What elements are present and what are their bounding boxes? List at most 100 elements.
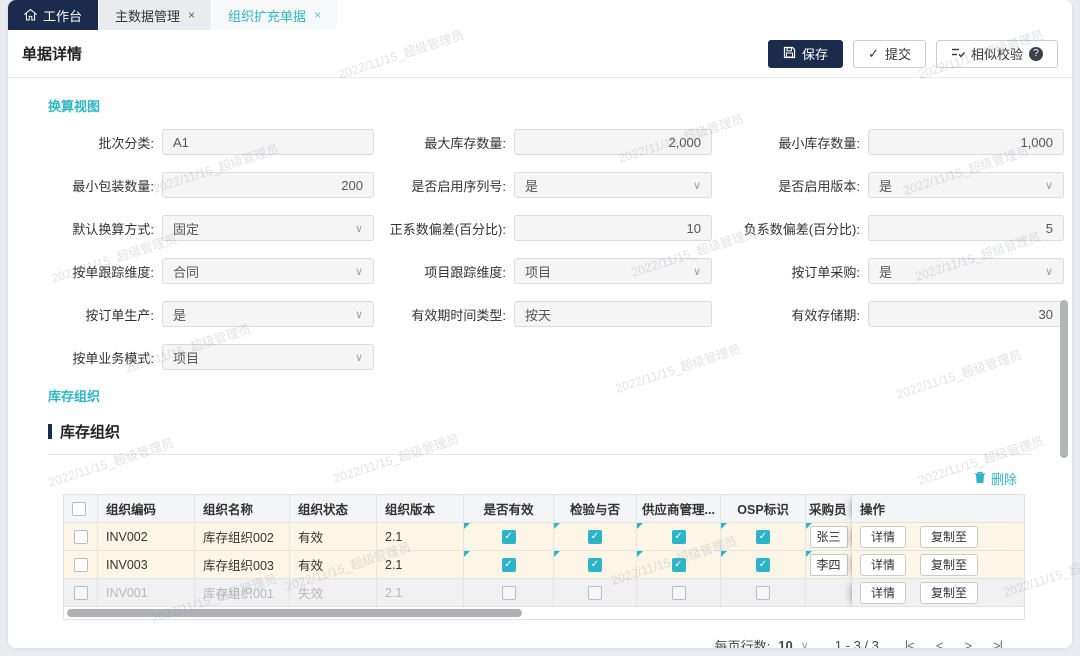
tab-label: 主数据管理: [115, 6, 180, 25]
cell-version: 2.1: [377, 551, 464, 579]
valid-checkbox[interactable]: [502, 558, 516, 572]
chevron-down-icon[interactable]: [801, 639, 809, 648]
col-header-version: 组织版本: [377, 495, 464, 523]
cell-name: 库存组织002: [195, 523, 290, 551]
rows-per-page-value[interactable]: 10: [778, 638, 792, 648]
inspect-checkbox[interactable]: [588, 586, 602, 600]
vendor-managed-checkbox[interactable]: [672, 558, 686, 572]
vertical-scrollbar[interactable]: [1060, 86, 1068, 642]
buyer-input[interactable]: 李四: [810, 554, 848, 576]
col-header-buyer: 采购员: [806, 495, 852, 523]
cell-version: 2.1: [377, 523, 464, 551]
pagination: 每页行数: 10 1 - 3 / 3: [8, 636, 1002, 648]
enable-version-select[interactable]: 是: [868, 172, 1064, 198]
cell-status: 有效: [290, 551, 377, 579]
valid-checkbox[interactable]: [502, 530, 516, 544]
last-page-icon[interactable]: [993, 638, 1002, 648]
cell-osp: [721, 579, 806, 607]
tab-workbench[interactable]: 工作台: [8, 0, 99, 30]
close-icon[interactable]: [188, 8, 195, 22]
close-icon[interactable]: [314, 8, 321, 22]
submit-button[interactable]: 提交: [853, 40, 926, 68]
col-header-valid: 是否有效: [464, 495, 554, 523]
cell-valid: [464, 579, 554, 607]
cell-version: 2.1: [377, 579, 464, 607]
field-label: 是否启用版本:: [720, 176, 860, 195]
osp-checkbox[interactable]: [756, 530, 770, 544]
default-conversion-select[interactable]: 固定: [162, 215, 374, 241]
cell-inspect: [554, 523, 637, 551]
inventory-org-table: 组织编码 组织名称 组织状态 组织版本 是否有效 检验与否 供应商管理... O…: [63, 494, 1025, 620]
field-label: 最小库存数量:: [720, 133, 860, 152]
valid-checkbox[interactable]: [502, 586, 516, 600]
min-package-qty-field[interactable]: 200: [162, 172, 374, 198]
field-label: 有效期时间类型:: [382, 305, 506, 324]
project-tracking-dim-select[interactable]: 项目: [514, 258, 712, 284]
cell-buyer: 张三: [806, 523, 852, 551]
positive-deviation-field[interactable]: 10: [514, 215, 712, 241]
prev-page-icon[interactable]: [936, 638, 943, 648]
negative-deviation-field[interactable]: 5: [868, 215, 1064, 241]
first-page-icon[interactable]: [905, 638, 914, 648]
field-value: 固定: [173, 219, 199, 238]
vendor-managed-checkbox[interactable]: [672, 530, 686, 544]
cell-vendor-managed: [637, 523, 721, 551]
cell-status: 有效: [290, 523, 377, 551]
help-icon[interactable]: ?: [1029, 47, 1043, 61]
enable-serial-select[interactable]: 是: [514, 172, 712, 198]
copy-to-button[interactable]: 复制至: [920, 526, 978, 548]
field-label: 批次分类:: [46, 133, 154, 152]
max-stock-qty-field[interactable]: 2,000: [514, 129, 712, 155]
cell-buyer: 李四: [806, 551, 852, 579]
cell-code: INV001: [98, 579, 195, 607]
field-value: 项目: [525, 262, 551, 281]
chevron-down-icon: [355, 308, 363, 321]
row-checkbox[interactable]: [74, 586, 88, 600]
horizontal-scrollbar-thumb[interactable]: [67, 609, 522, 617]
section-title-inventory-org: 库存组织: [48, 386, 1072, 405]
produce-by-order-select[interactable]: 是: [162, 301, 374, 327]
min-stock-qty-field[interactable]: 1,000: [868, 129, 1064, 155]
detail-button[interactable]: 详情: [860, 582, 906, 604]
detail-button[interactable]: 详情: [860, 554, 906, 576]
osp-checkbox[interactable]: [756, 586, 770, 600]
purchase-by-order-select[interactable]: 是: [868, 258, 1064, 284]
osp-checkbox[interactable]: [756, 558, 770, 572]
delete-button[interactable]: 删除: [974, 469, 1017, 488]
select-all-checkbox[interactable]: [72, 502, 86, 516]
tab-master-data[interactable]: 主数据管理: [99, 0, 212, 30]
vertical-scrollbar-thumb[interactable]: [1060, 300, 1068, 458]
col-header-name: 组织名称: [195, 495, 290, 523]
field-value: 项目: [173, 348, 199, 367]
cell-code: INV002: [98, 523, 195, 551]
tab-org-expansion-doc[interactable]: 组织扩充单据: [212, 0, 338, 30]
trash-icon: [974, 471, 986, 487]
next-page-icon[interactable]: [964, 638, 971, 648]
order-business-mode-select[interactable]: 项目: [162, 344, 374, 370]
similar-check-button[interactable]: 相似校验 ?: [936, 40, 1058, 68]
save-button[interactable]: 保存: [768, 40, 843, 68]
validity-time-type-field[interactable]: 按天: [514, 301, 712, 327]
chevron-down-icon: [355, 351, 363, 364]
field-label: 按订单采购:: [720, 262, 860, 281]
inspect-checkbox[interactable]: [588, 530, 602, 544]
row-checkbox[interactable]: [74, 558, 88, 572]
order-tracking-dim-select[interactable]: 合同: [162, 258, 374, 284]
horizontal-scrollbar[interactable]: [64, 607, 1024, 619]
validity-storage-period-field[interactable]: 30: [868, 301, 1064, 327]
conversion-form: 批次分类: A1 最大库存数量: 2,000 最小库存数量: 1,000 最小包…: [46, 129, 1072, 370]
batch-class-field[interactable]: A1: [162, 129, 374, 155]
buyer-input[interactable]: 张三: [810, 526, 848, 548]
field-value: 5: [1046, 221, 1053, 236]
field-value: 是: [879, 176, 892, 195]
row-checkbox[interactable]: [74, 530, 88, 544]
detail-button[interactable]: 详情: [860, 526, 906, 548]
copy-to-button[interactable]: 复制至: [920, 554, 978, 576]
field-label: 是否启用序列号:: [382, 176, 506, 195]
cell-inspect: [554, 551, 637, 579]
copy-to-button[interactable]: 复制至: [920, 582, 978, 604]
vendor-managed-checkbox[interactable]: [672, 586, 686, 600]
cell-status: 失效: [290, 579, 377, 607]
divider: [48, 454, 1032, 455]
inspect-checkbox[interactable]: [588, 558, 602, 572]
